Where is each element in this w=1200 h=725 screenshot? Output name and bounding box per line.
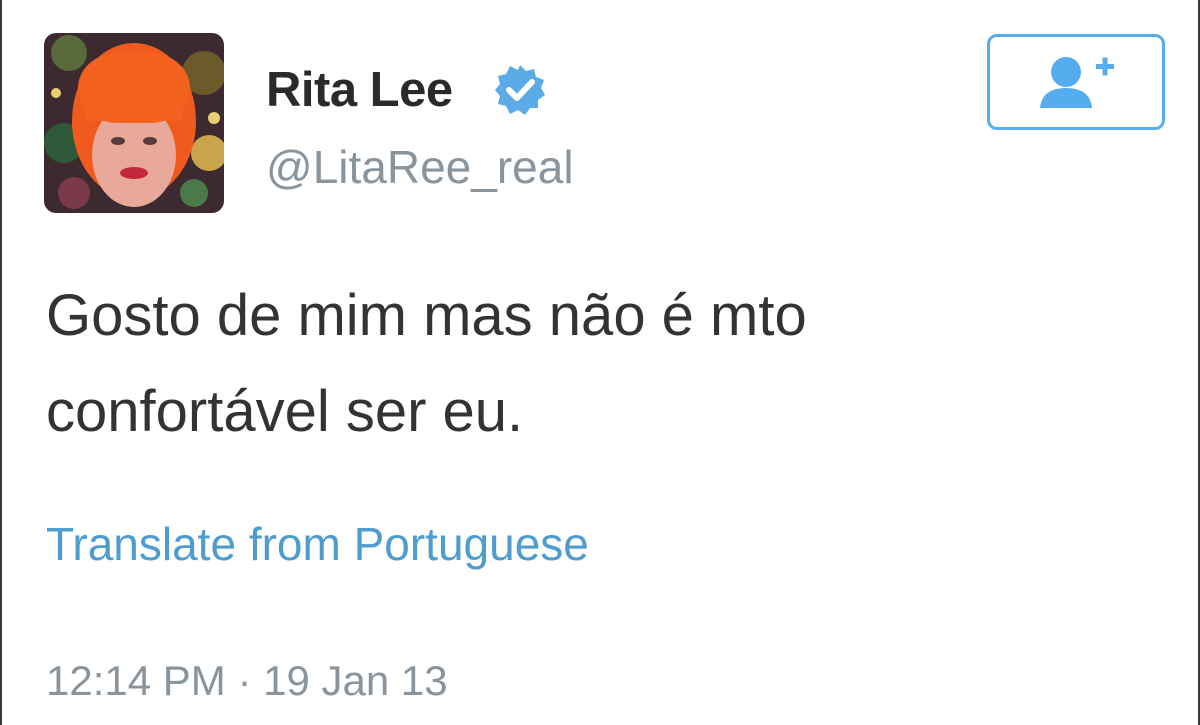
verified-badge-icon [495, 65, 545, 115]
tweet-card: Rita Lee @LitaRee_real Gosto de mim mas … [0, 0, 1200, 725]
timestamp[interactable]: 12:14 PM · 19 Jan 13 [46, 657, 448, 705]
avatar[interactable] [44, 33, 224, 213]
tweet-date: 19 Jan 13 [263, 657, 448, 704]
follow-button[interactable] [987, 34, 1165, 130]
user-handle[interactable]: @LitaRee_real [266, 140, 574, 194]
tweet-time: 12:14 PM [46, 657, 226, 704]
tweet-text: Gosto de mim mas não é mto confortável s… [46, 268, 1146, 460]
translate-link[interactable]: Translate from Portuguese [46, 517, 589, 571]
tweet-text-line: Gosto de mim mas não é mto [46, 283, 807, 348]
avatar-image [44, 33, 224, 213]
tweet-text-line: confortável ser eu. [46, 379, 524, 444]
add-user-icon [1040, 57, 1114, 108]
timestamp-separator: · [237, 657, 252, 704]
display-name[interactable]: Rita Lee [266, 62, 453, 118]
